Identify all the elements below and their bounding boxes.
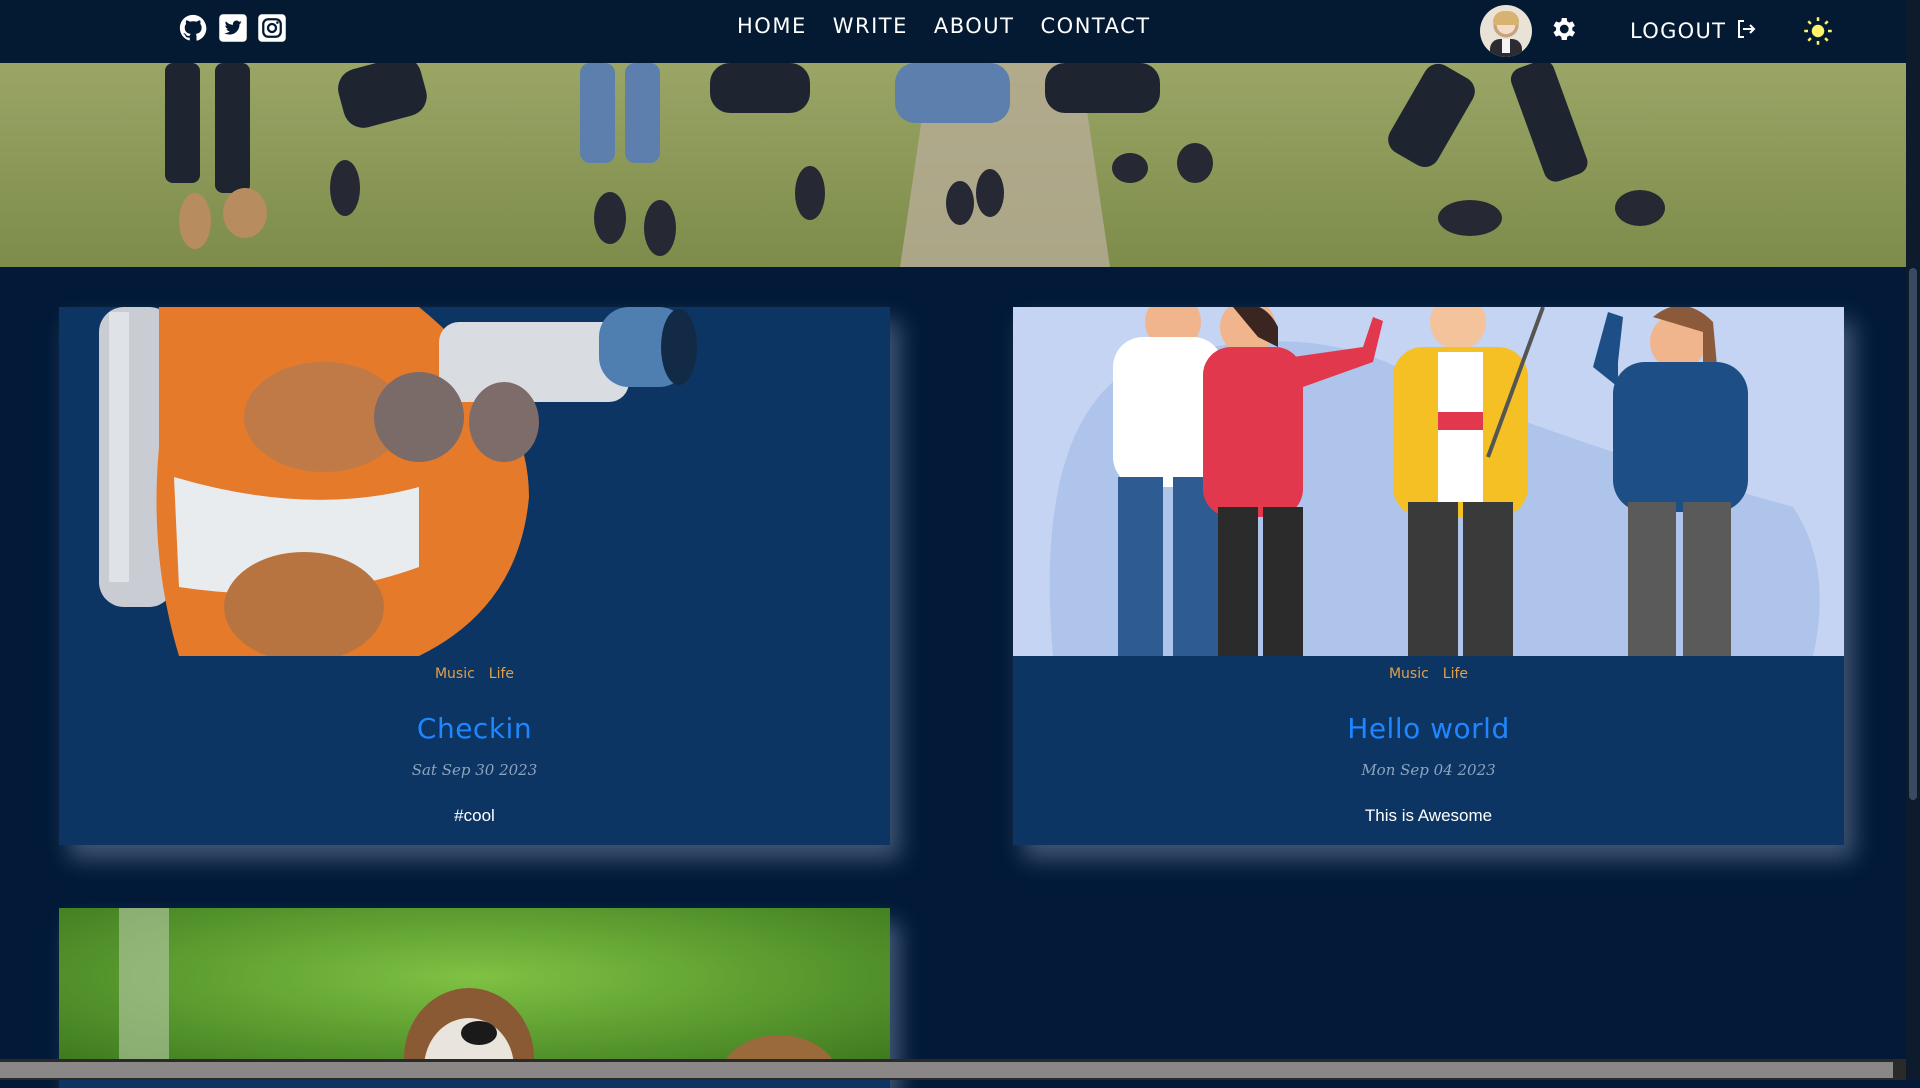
post-date: Sat Sep 30 2023 [411, 761, 538, 779]
avatar[interactable] [1480, 5, 1532, 57]
category-link[interactable]: Life [1443, 666, 1468, 682]
nav-home[interactable]: HOME [737, 14, 807, 38]
post-title[interactable]: Hello world [1013, 712, 1844, 745]
instagram-icon[interactable] [256, 12, 288, 44]
post-date: Mon Sep 04 2023 [1361, 761, 1496, 779]
sun-icon[interactable] [1803, 16, 1833, 46]
navbar: HOME WRITE ABOUT CONTACT LOGOUT [0, 0, 1906, 63]
post-description: #cool [454, 806, 495, 825]
post-image-astronaut-teddy[interactable] [59, 307, 890, 656]
post-image-sparrows[interactable] [59, 908, 890, 1080]
hero-banner-image [0, 63, 1906, 267]
post-title[interactable]: Checkin [59, 712, 890, 745]
logout-button[interactable]: LOGOUT [1630, 17, 1758, 45]
category-link[interactable]: Life [489, 666, 514, 682]
main-menu: HOME WRITE ABOUT CONTACT [737, 14, 1151, 38]
nav-write[interactable]: WRITE [833, 14, 908, 38]
category-link[interactable]: Music [1389, 666, 1429, 682]
nav-about[interactable]: ABOUT [934, 14, 1015, 38]
gear-icon[interactable] [1548, 14, 1578, 44]
twitter-icon[interactable] [217, 12, 249, 44]
post-description: This is Awesome [1364, 806, 1493, 825]
vertical-scrollbar[interactable] [1906, 0, 1920, 1080]
nav-contact[interactable]: CONTACT [1041, 14, 1151, 38]
logout-icon [1734, 17, 1758, 45]
post-categories: Music Life [1013, 666, 1844, 682]
logout-label: LOGOUT [1630, 19, 1727, 43]
post-categories: Music Life [59, 666, 890, 682]
category-link[interactable]: Music [435, 666, 475, 682]
post-card[interactable]: Music Life Checkin Sat Sep 30 2023 #cool [59, 307, 890, 845]
github-icon[interactable] [177, 12, 209, 44]
post-image-friends-selfie[interactable] [1013, 307, 1844, 656]
horizontal-scrollbar-thumb[interactable] [0, 1062, 1893, 1078]
post-card[interactable]: Music Life Hello world Mon Sep 04 2023 T… [1013, 307, 1844, 845]
vertical-scrollbar-thumb[interactable] [1909, 268, 1917, 800]
horizontal-scrollbar[interactable] [0, 1059, 1906, 1080]
